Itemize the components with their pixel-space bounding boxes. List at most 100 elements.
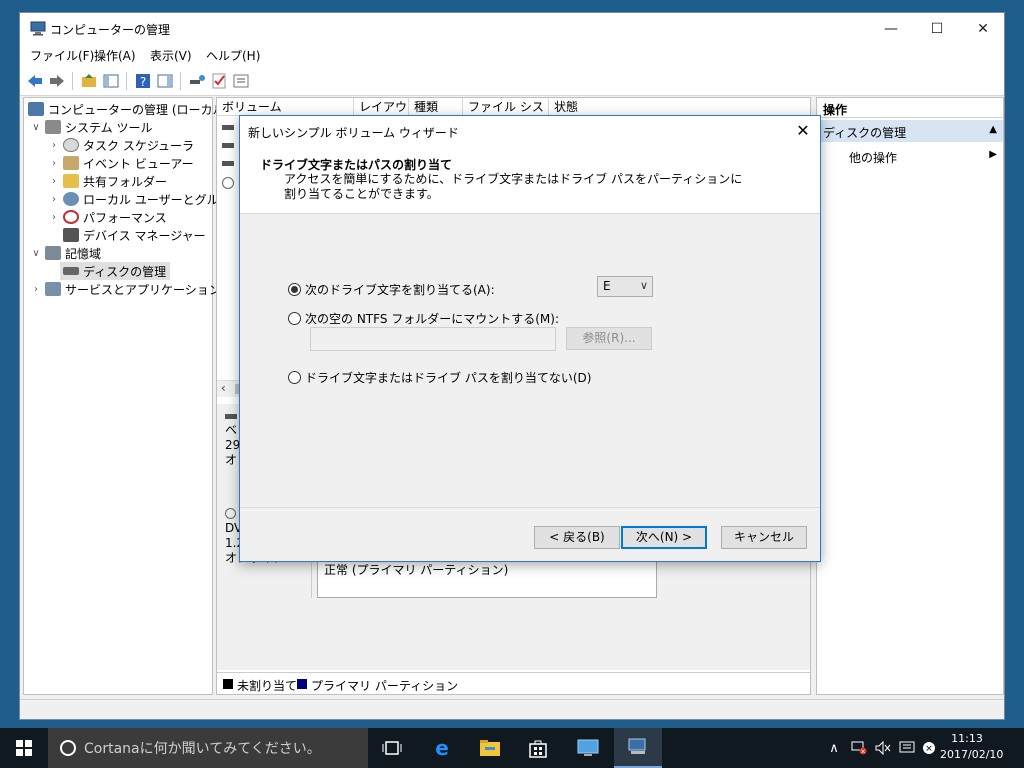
minimize-button[interactable]: —	[868, 13, 914, 44]
actions-pane: 操作 ディスクの管理 ▲ 他の操作 ▶	[816, 97, 1004, 695]
scroll-left-icon[interactable]: ‹	[221, 381, 226, 395]
browse-button[interactable]: 参照(R)...	[566, 327, 652, 350]
dialog-titlebar[interactable]: 新しいシンプル ボリューム ウィザード ✕	[240, 116, 820, 146]
taskbar-clock[interactable]: 11:13 2017/02/10	[940, 731, 1004, 763]
actions-section-disk-management[interactable]: ディスクの管理 ▲	[817, 120, 1003, 142]
radio-mount-folder[interactable]: 次の空の NTFS フォルダーにマウントする(M):	[288, 310, 559, 327]
properties-icon[interactable]	[232, 72, 250, 90]
chevron-right-icon[interactable]: ›	[48, 176, 60, 187]
tree-item-event-viewer[interactable]: › イベント ビューアー	[48, 154, 194, 172]
toolbar-separator	[126, 72, 127, 90]
ime-mode-icon[interactable]: ✕	[918, 728, 940, 768]
partition-status: 正常 (プライマリ パーティション)	[324, 563, 509, 577]
chevron-right-icon[interactable]: ›	[48, 158, 60, 169]
tree-item-storage[interactable]: ∨ 記憶域	[30, 244, 101, 262]
ime-icon[interactable]	[896, 728, 918, 768]
legend-swatch-unallocated	[223, 679, 233, 689]
menu-help[interactable]: ヘルプ(H)	[206, 47, 260, 64]
maximize-button[interactable]: ☐	[914, 13, 960, 44]
tools-icon	[45, 120, 61, 134]
tree-item-disk-management[interactable]: ディスクの管理	[60, 262, 171, 280]
start-button[interactable]	[0, 728, 48, 768]
tree-item-task-scheduler[interactable]: › タスク スケジューラ	[48, 136, 194, 154]
radio-assign-letter[interactable]: 次のドライブ文字を割り当てる(A):	[288, 281, 495, 298]
chevron-right-icon[interactable]: ›	[48, 212, 60, 223]
column-header-status[interactable]: 状態	[549, 98, 810, 116]
tree-item-device-manager[interactable]: デバイス マネージャー	[60, 226, 206, 244]
computer-management-task-icon[interactable]	[614, 728, 662, 768]
radio-no-letter[interactable]: ドライブ文字またはドライブ パスを割り当てない(D)	[288, 369, 591, 386]
svg-text:?: ?	[140, 75, 146, 89]
tree-item-label: イベント ビューアー	[83, 156, 194, 171]
radio-label: ドライブ文字またはドライブ パスを割り当てない(D)	[305, 371, 592, 385]
more-actions-item[interactable]: 他の操作 ▶	[817, 146, 1003, 166]
tree-item-local-users[interactable]: › ローカル ユーザーとグループ	[48, 190, 242, 208]
new-simple-volume-wizard: 新しいシンプル ボリューム ウィザード ✕ ドライブ文字またはパスの割り当て ア…	[239, 115, 821, 562]
back-button[interactable]: < 戻る(B)	[534, 526, 620, 549]
drive-letter-select[interactable]: E ∨	[597, 276, 653, 297]
show-hide-tree-icon[interactable]	[102, 72, 120, 90]
column-header-filesystem[interactable]: ファイル システム	[463, 98, 549, 132]
check-icon[interactable]	[210, 72, 228, 90]
windows-logo-icon	[16, 740, 32, 756]
action-pane-icon[interactable]	[156, 72, 174, 90]
tree-item-performance[interactable]: › パフォーマンス	[48, 208, 167, 226]
partition-block[interactable]: 正常 (プライマリ パーティション)	[317, 556, 657, 598]
tree-item-shared-folders[interactable]: › 共有フォルダー	[48, 172, 167, 190]
chevron-right-icon[interactable]: ›	[48, 194, 60, 205]
tree-item-root[interactable]: コンピューターの管理 (ローカル)	[26, 100, 229, 118]
tray-expand-icon[interactable]: ∧	[824, 728, 844, 768]
store-icon[interactable]	[514, 728, 562, 768]
window-titlebar[interactable]: コンピューターの管理 — ☐ ✕	[20, 13, 1004, 44]
edge-browser-icon[interactable]: e	[418, 728, 466, 768]
radio-button-selected[interactable]	[288, 283, 301, 296]
tree-item-label: コンピューターの管理 (ローカル)	[48, 102, 230, 117]
tree-item-services-apps[interactable]: › サービスとアプリケーション	[30, 280, 221, 298]
cd-drive-icon	[225, 508, 236, 519]
cortana-search-box[interactable]: Cortanaに何か聞いてみてください。	[48, 728, 368, 768]
legend: 未割り当て プライマリ パーティション	[217, 672, 810, 694]
taskbar: Cortanaに何か聞いてみてください。 e ∧ ✕ ✕ 11:13 2017/…	[0, 728, 1024, 768]
tree-item-system-tools[interactable]: ∨ システム ツール	[30, 118, 152, 136]
legend-swatch-primary	[297, 679, 307, 689]
help-icon[interactable]: ?	[134, 72, 152, 90]
volume-muted-icon[interactable]	[872, 728, 894, 768]
mount-path-input[interactable]	[310, 327, 556, 351]
back-arrow-icon[interactable]	[26, 72, 44, 90]
column-header-layout[interactable]: レイアウト	[354, 98, 409, 132]
column-header-volume[interactable]: ボリューム	[217, 98, 354, 116]
control-panel-icon[interactable]	[564, 728, 612, 768]
shared-folder-icon	[63, 174, 79, 188]
chevron-right-icon[interactable]: ›	[30, 284, 42, 295]
tree-item-label: ディスクの管理	[83, 264, 167, 279]
file-explorer-icon[interactable]	[466, 728, 514, 768]
status-bar	[20, 699, 1004, 719]
tree-item-label: サービスとアプリケーション	[65, 282, 221, 297]
menu-file[interactable]: ファイル(F)	[30, 47, 94, 64]
disk-icon	[225, 414, 237, 419]
collapse-up-icon[interactable]: ▲	[989, 124, 997, 135]
menu-view[interactable]: 表示(V)	[150, 47, 192, 64]
radio-button[interactable]	[288, 312, 301, 325]
forward-arrow-icon[interactable]	[48, 72, 66, 90]
connect-icon[interactable]	[188, 72, 206, 90]
column-header-type[interactable]: 種類	[409, 98, 463, 116]
chevron-right-icon[interactable]: ›	[48, 140, 60, 151]
up-folder-icon[interactable]	[80, 72, 98, 90]
toolbar-separator	[180, 72, 181, 90]
dialog-close-icon[interactable]: ✕	[792, 120, 814, 142]
network-disconnected-icon[interactable]: ✕	[848, 728, 870, 768]
dialog-heading: ドライブ文字またはパスの割り当て	[260, 158, 453, 172]
svg-text:✕: ✕	[860, 749, 865, 756]
chevron-down-icon: ∨	[639, 279, 648, 292]
close-button[interactable]: ✕	[960, 13, 1006, 44]
task-view-icon[interactable]	[368, 728, 416, 768]
next-button[interactable]: 次へ(N) >	[621, 526, 707, 549]
cancel-button[interactable]: キャンセル	[721, 526, 807, 549]
menu-action[interactable]: 操作(A)	[94, 47, 136, 64]
clock-date: 2017/02/10	[940, 748, 1004, 761]
dialog-description: アクセスを簡単にするために、ドライブ文字またはドライブ パスをパーティションに割…	[284, 172, 743, 201]
chevron-down-icon[interactable]: ∨	[30, 248, 42, 259]
chevron-down-icon[interactable]: ∨	[30, 122, 42, 133]
radio-button[interactable]	[288, 371, 301, 384]
